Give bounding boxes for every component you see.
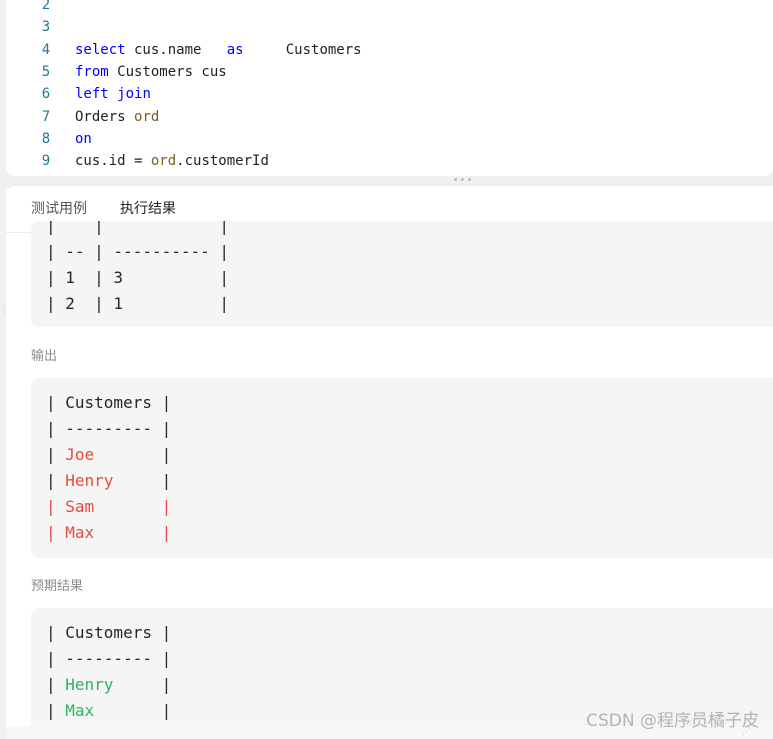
table-cell-text: | --------- |	[46, 649, 172, 668]
sql-keyword: as	[226, 41, 244, 58]
table-cell-text: |	[94, 445, 172, 464]
table-cell-text: Customers	[65, 393, 152, 412]
sql-token: Orders	[75, 108, 135, 125]
table-cell-text: |	[46, 701, 66, 720]
output-table-row: | --------- |	[46, 416, 171, 442]
sql-keyword: left	[75, 86, 109, 103]
input-table-row: | | |	[46, 221, 230, 235]
code-text[interactable]: on	[75, 128, 92, 150]
table-cell-text: | Max |	[46, 523, 172, 542]
table-cell-text: Joe	[65, 445, 95, 464]
code-text[interactable]: from Customers cus	[75, 61, 227, 83]
table-cell-text: Henry	[65, 675, 114, 694]
tab-test-cases[interactable]: 测试用例	[31, 199, 87, 219]
expected-table-row: | Customers |	[46, 620, 171, 646]
input-table-row: | 1 | 3 |	[46, 268, 230, 287]
input-table-block: | | | | -- | ---------- | | 1 | 3 | | 2 …	[31, 221, 773, 327]
line-number: 2	[41, 0, 51, 13]
table-cell-text: Max	[65, 701, 95, 720]
table-cell-text: Henry	[65, 471, 114, 490]
output-table-row: | Sam |	[46, 494, 171, 520]
line-number: 5	[41, 63, 51, 80]
sql-keyword: select	[75, 41, 126, 58]
line-number: 6	[41, 86, 51, 103]
sql-token: cus.name	[125, 41, 227, 58]
sql-alias: ord	[150, 153, 177, 170]
line-number: 3	[41, 19, 51, 36]
table-cell-text: |	[151, 623, 172, 642]
code-text[interactable]: left join	[75, 83, 151, 105]
sql-token: cus.id =	[75, 153, 151, 170]
sql-token: Customers cus	[108, 63, 227, 80]
table-cell-text: |	[113, 471, 172, 490]
table-cell-text: |	[46, 675, 66, 694]
sql-token: Customers	[243, 41, 362, 58]
code-text[interactable]: Orders ord	[75, 106, 159, 128]
sql-token: .customerId	[176, 153, 269, 170]
result-panel: 测试用例 执行结果 | | | | -- | ---------- | | 1 …	[6, 186, 773, 739]
output-block: | Customers | | --------- | | Joe | | Henry…	[31, 378, 773, 558]
sql-alias: ord	[134, 108, 160, 125]
table-cell-text: |	[113, 675, 172, 694]
output-table-row: | Customers |	[46, 390, 171, 416]
input-table-row: | -- | ---------- |	[46, 242, 230, 261]
code-text[interactable]: select cus.name as Customers	[75, 39, 362, 61]
expected-label: 预期结果	[31, 579, 84, 594]
resize-handle-icon[interactable]: •••	[452, 176, 474, 186]
output-table-row: | Max |	[46, 520, 171, 546]
table-cell-text: | --------- |	[46, 419, 172, 438]
tab-result[interactable]: 执行结果	[118, 199, 178, 229]
expected-table-row: | --------- |	[46, 646, 171, 672]
table-cell-text: | Sam |	[46, 497, 172, 516]
output-table-row: | Henry |	[46, 468, 171, 494]
table-cell-text: |	[46, 623, 66, 642]
expected-table-row: | Henry |	[46, 672, 171, 698]
side-resize-handle-icon[interactable]: ⋮	[0, 307, 8, 326]
table-cell-text: |	[94, 701, 172, 720]
watermark: CSDN @程序员橘子皮	[586, 711, 759, 731]
line-number: 9	[41, 153, 51, 170]
tab-result-label: 执行结果	[120, 201, 176, 217]
sql-keyword: on	[75, 130, 92, 147]
line-number: 4	[41, 41, 51, 58]
line-number: 8	[41, 130, 51, 147]
code-text[interactable]: cus.id = ord.customerId	[75, 150, 269, 172]
input-table-row: | 2 | 1 |	[46, 294, 230, 313]
output-table-row: | Joe |	[46, 442, 171, 468]
table-cell-text: |	[46, 471, 66, 490]
output-label: 输出	[31, 349, 58, 364]
code-editor[interactable]: 2 3 4 select cus.name as Customers 5 from Cus…	[6, 0, 773, 176]
sql-keyword: from	[75, 63, 109, 80]
expected-table-row: | Max |	[46, 698, 171, 724]
table-cell-text: |	[151, 393, 172, 412]
table-cell-text: |	[46, 393, 66, 412]
line-number: 7	[41, 108, 51, 125]
table-cell-text: |	[46, 445, 66, 464]
sql-keyword: join	[117, 86, 151, 103]
table-cell-text: Customers	[65, 623, 152, 642]
